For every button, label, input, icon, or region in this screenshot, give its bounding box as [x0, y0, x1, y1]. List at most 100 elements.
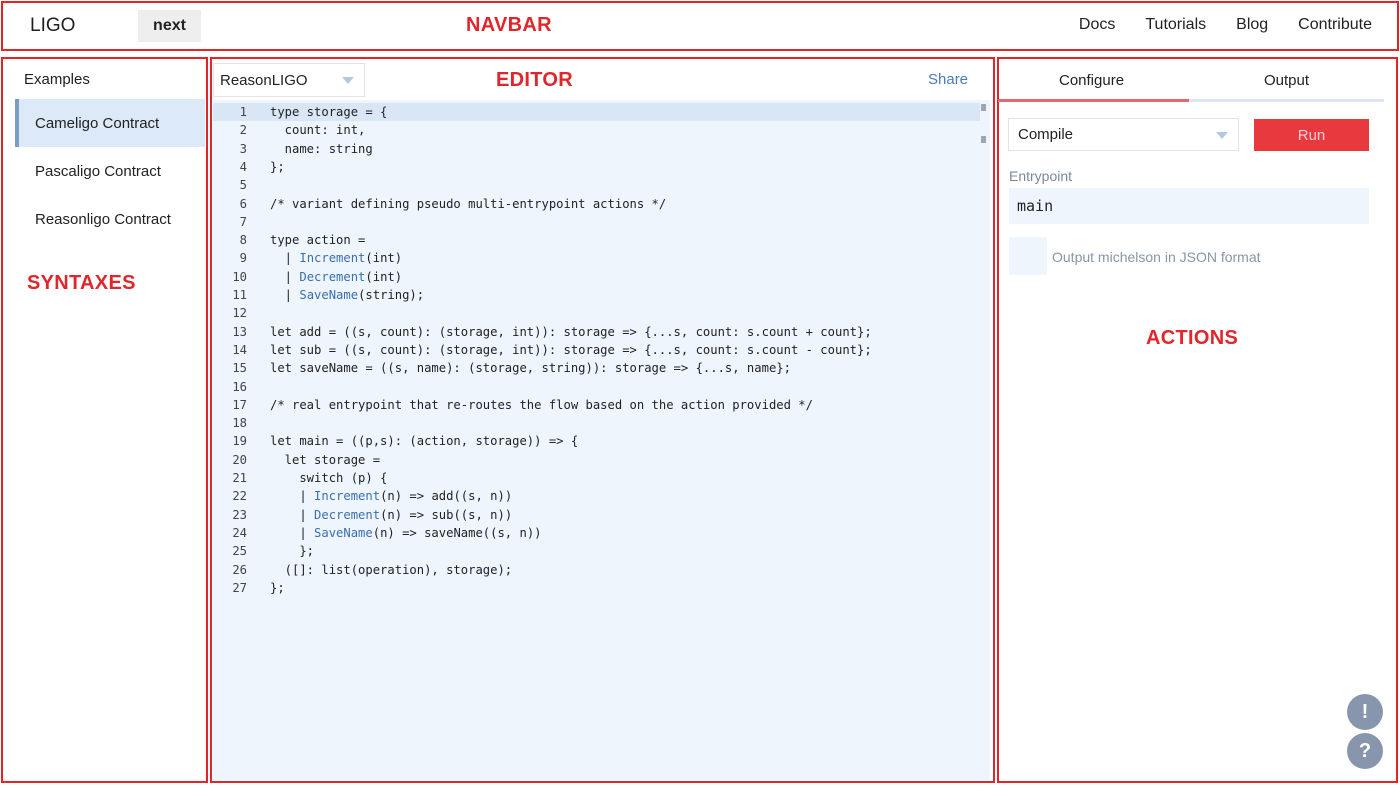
- tab-output[interactable]: Output: [1264, 72, 1309, 89]
- code-line[interactable]: 7: [213, 213, 980, 231]
- code-text: | SaveName(n) => saveName((s, n)): [270, 525, 542, 540]
- logo[interactable]: LIGO: [30, 15, 75, 37]
- code-text: ([]: list(operation), storage);: [270, 562, 513, 577]
- code-line[interactable]: 25 };: [213, 542, 980, 560]
- code-line[interactable]: 10 | Decrement(int): [213, 268, 980, 286]
- code-line[interactable]: 9 | Increment(int): [213, 249, 980, 267]
- code-text: };: [270, 159, 285, 174]
- line-number: 17: [232, 397, 247, 412]
- example-item-reasonligo[interactable]: Reasonligo Contract: [15, 195, 205, 243]
- nav-link-blog[interactable]: Blog: [1236, 16, 1268, 34]
- annotation-actions: ACTIONS: [1146, 327, 1239, 349]
- code-text: /* variant defining pseudo multi-entrypo…: [270, 196, 667, 211]
- line-number: 20: [232, 452, 247, 467]
- json-format-label[interactable]: Output michelson in JSON format: [1052, 249, 1261, 265]
- code-text: | Increment(int): [270, 251, 403, 266]
- code-line[interactable]: 8 type action =: [213, 231, 980, 249]
- actions-region: [997, 57, 1398, 783]
- nav-link-tutorials[interactable]: Tutorials: [1145, 16, 1206, 34]
- code-line[interactable]: 24 | SaveName(n) => saveName((s, n)): [213, 524, 980, 542]
- line-number: 3: [239, 141, 247, 156]
- nav-links: Docs Tutorials Blog Contribute: [1079, 16, 1372, 34]
- code-line[interactable]: 16: [213, 378, 980, 396]
- scrollbar-marker: [981, 136, 986, 143]
- help-button[interactable]: ?: [1347, 733, 1383, 769]
- chevron-down-icon: [1216, 132, 1228, 139]
- annotation-syntaxes: SYNTAXES: [27, 272, 136, 294]
- example-item-cameligo[interactable]: Cameligo Contract: [15, 99, 205, 147]
- line-number: 8: [239, 233, 247, 248]
- code-line[interactable]: 2 count: int,: [213, 121, 980, 139]
- line-number: 14: [232, 342, 247, 357]
- line-number: 18: [232, 416, 247, 431]
- line-number: 16: [232, 379, 247, 394]
- code-text: let main = ((p,s): (action, storage)) =>…: [270, 434, 579, 449]
- nav-link-contribute[interactable]: Contribute: [1298, 16, 1372, 34]
- code-line[interactable]: 19 let main = ((p,s): (action, storage)) …: [213, 432, 980, 450]
- scrollbar-marker: [981, 104, 986, 111]
- code-line[interactable]: 18: [213, 414, 980, 432]
- line-number: 6: [239, 196, 247, 211]
- code-text: | Increment(n) => add((s, n)): [270, 489, 513, 504]
- entrypoint-input[interactable]: main: [1009, 188, 1369, 224]
- code-text: };: [270, 544, 315, 559]
- code-text: count: int,: [270, 123, 366, 138]
- code-line[interactable]: 21 switch (p) {: [213, 469, 980, 487]
- code-text: let add = ((s, count): (storage, int)): …: [270, 324, 872, 339]
- line-number: 10: [232, 269, 247, 284]
- code-text: | Decrement(int): [270, 269, 403, 284]
- code-line[interactable]: 26 ([]: list(operation), storage);: [213, 561, 980, 579]
- nav-link-docs[interactable]: Docs: [1079, 16, 1115, 34]
- code-text: let sub = ((s, count): (storage, int)): …: [270, 342, 872, 357]
- code-line[interactable]: 12: [213, 304, 980, 322]
- code-text: name: string: [270, 141, 373, 156]
- code-text: | Decrement(n) => sub((s, n)): [270, 507, 513, 522]
- code-line[interactable]: 5: [213, 176, 980, 194]
- version-badge[interactable]: next: [138, 10, 201, 42]
- report-issue-button[interactable]: !: [1347, 694, 1383, 730]
- line-number: 4: [239, 159, 247, 174]
- action-select-value: Compile: [1018, 126, 1074, 143]
- syntax-select[interactable]: ReasonLIGO: [213, 63, 365, 97]
- tab-active-indicator: [998, 99, 1189, 102]
- line-number: 22: [232, 489, 247, 504]
- line-number: 2: [239, 123, 247, 138]
- annotation-editor: EDITOR: [496, 69, 573, 91]
- code-line[interactable]: 1 type storage = {: [213, 103, 980, 121]
- code-line[interactable]: 6 /* variant defining pseudo multi-entryp…: [213, 195, 980, 213]
- code-line[interactable]: 22 | Increment(n) => add((s, n)): [213, 487, 980, 505]
- code-text: type storage = {: [270, 105, 388, 119]
- code-editor[interactable]: 1 type storage = {2 count: int, 3 name: st…: [213, 100, 990, 780]
- code-text: switch (p) {: [270, 471, 388, 485]
- chevron-down-icon: [342, 77, 354, 84]
- code-line[interactable]: 23 | Decrement(n) => sub((s, n)): [213, 506, 980, 524]
- line-number: 24: [232, 525, 247, 540]
- code-line[interactable]: 17 /* real entrypoint that re-routes the …: [213, 396, 980, 414]
- code-text: let saveName = ((s, name): (storage, str…: [270, 361, 791, 376]
- code-line[interactable]: 15 let saveName = ((s, name): (storage, s…: [213, 359, 980, 377]
- example-item-pascaligo[interactable]: Pascaligo Contract: [15, 147, 205, 195]
- line-number: 7: [239, 214, 247, 229]
- code-line[interactable]: 14 let sub = ((s, count): (storage, int))…: [213, 341, 980, 359]
- tab-configure[interactable]: Configure: [1059, 72, 1124, 89]
- line-number: 9: [239, 251, 247, 266]
- action-select[interactable]: Compile: [1008, 118, 1239, 151]
- code-line[interactable]: 11 | SaveName(string);: [213, 286, 980, 304]
- code-line[interactable]: 3 name: string: [213, 140, 980, 158]
- line-number: 23: [232, 507, 247, 522]
- line-number: 21: [232, 471, 247, 485]
- json-format-checkbox[interactable]: [1009, 237, 1047, 275]
- share-link[interactable]: Share: [928, 71, 968, 88]
- code-line[interactable]: 27};: [213, 579, 980, 597]
- code-text: type action =: [270, 233, 366, 248]
- run-button[interactable]: Run: [1254, 119, 1369, 151]
- code-line[interactable]: 4};: [213, 158, 980, 176]
- line-number: 12: [232, 306, 247, 321]
- line-number: 5: [239, 178, 247, 193]
- line-number: 26: [232, 562, 247, 577]
- code-line[interactable]: 13 let add = ((s, count): (storage, int))…: [213, 323, 980, 341]
- code-text: let storage =: [270, 452, 381, 467]
- code-line[interactable]: 20 let storage =: [213, 451, 980, 469]
- annotation-navbar: NAVBAR: [466, 14, 552, 36]
- line-number: 11: [232, 288, 247, 302]
